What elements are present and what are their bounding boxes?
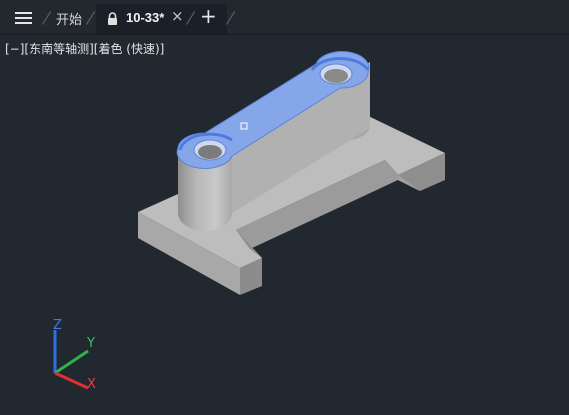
ucs-z-label: Z (53, 318, 62, 333)
ucs-y-label: Y (86, 336, 95, 351)
model-canvas[interactable]: Z Y X (0, 0, 569, 415)
ucs-x-label: X (87, 377, 96, 392)
ucs-icon: Z Y X (53, 318, 96, 392)
